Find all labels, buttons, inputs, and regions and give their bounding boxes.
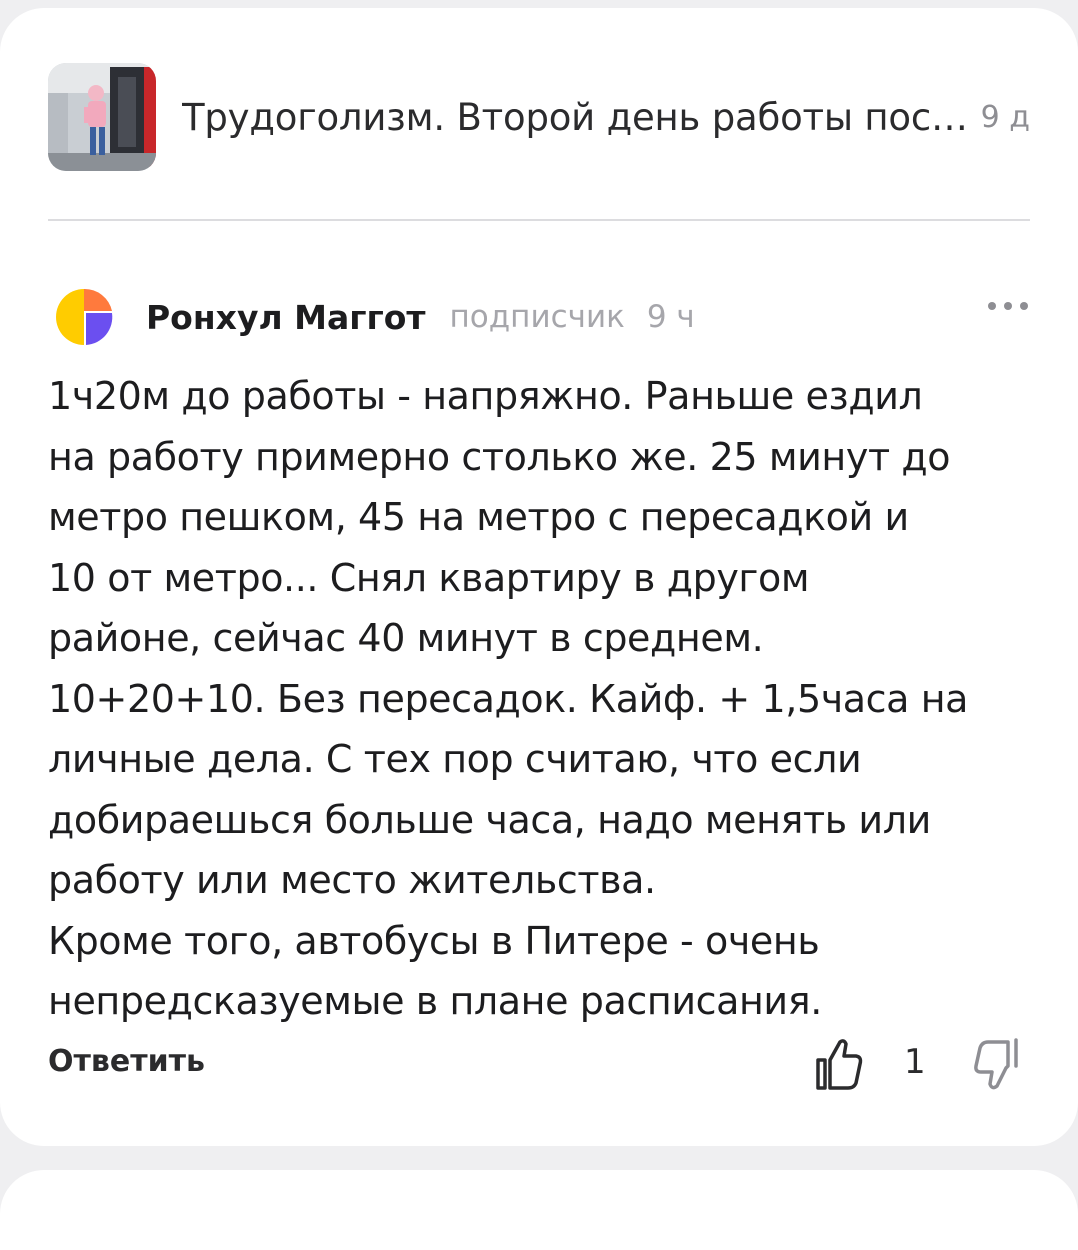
post-header[interactable]: Трудоголизм. Второй день работы после от… (48, 63, 1030, 171)
reply-button[interactable]: Ответить (48, 1044, 205, 1079)
like-count: 1 (904, 1042, 926, 1082)
comment-text: 1ч20м до работы - напряжно. Раньше ездил… (48, 374, 969, 1023)
author-role-badge: подписчик (449, 299, 625, 335)
divider (48, 219, 1030, 221)
user-avatar-icon[interactable] (48, 281, 120, 353)
comment-header: Ронхул Маггот подписчик 9 ч (48, 280, 1030, 354)
thumb-up-icon[interactable] (814, 1036, 864, 1092)
comment-time: 9 ч (646, 299, 695, 335)
post-age: 9 д (980, 99, 1030, 135)
comment-author[interactable]: Ронхул Маггот (146, 298, 426, 337)
thumb-down-icon[interactable] (972, 1036, 1026, 1092)
next-card (0, 1170, 1078, 1250)
post-thumbnail[interactable] (48, 63, 156, 171)
more-dots-icon[interactable] (986, 294, 1030, 318)
comment-card: Трудоголизм. Второй день работы после от… (0, 8, 1078, 1146)
post-title[interactable]: Трудоголизм. Второй день работы после от… (182, 96, 971, 139)
